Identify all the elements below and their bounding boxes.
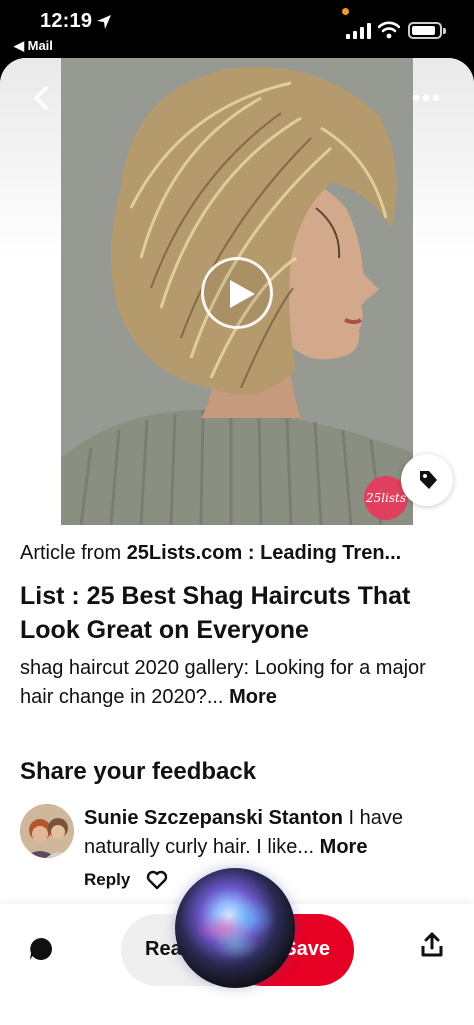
heart-icon[interactable] [146, 870, 168, 890]
shop-tag-button[interactable] [401, 454, 453, 506]
comment-author[interactable]: Sunie Szczepanski Stanton [84, 807, 343, 829]
tag-icon [420, 471, 437, 489]
feedback-heading: Share your feedback [20, 758, 257, 785]
status-time: 12:19 [40, 10, 93, 32]
pin-description-text: shag haircut 2020 gallery: Looking for a… [20, 657, 426, 708]
pin-title: List : 25 Best Shag Haircuts That Look G… [20, 582, 411, 644]
source-prefix: Article from [20, 542, 127, 564]
share-icon[interactable] [420, 932, 444, 958]
bottom-action-bar: Read Save [0, 868, 474, 1025]
avatar[interactable] [20, 804, 74, 858]
reply-button[interactable]: Reply [84, 870, 130, 890]
more-options-button[interactable] [408, 88, 444, 108]
play-button[interactable] [201, 257, 273, 329]
cellular-signal-icon [346, 23, 371, 39]
location-arrow-icon [97, 15, 111, 29]
siri-orb[interactable] [175, 868, 295, 988]
battery-icon [408, 22, 446, 39]
comment-body: Sunie Szczepanski Stanton I have natural… [84, 804, 456, 862]
pin-source[interactable]: Article from 25Lists.com : Leading Tren.… [20, 542, 460, 565]
comment-bubble-icon[interactable] [28, 936, 54, 962]
status-bar: 12:19 ◀ Mail [0, 0, 474, 58]
privacy-indicator-dot [342, 8, 349, 15]
wifi-icon [378, 21, 400, 39]
back-button[interactable] [26, 80, 58, 116]
back-to-app-link[interactable]: ◀ Mail [14, 38, 53, 54]
pin-detail-sheet: 25lists Article from 25Lists.com : Leadi… [0, 58, 474, 1025]
description-more-link[interactable]: More [229, 686, 277, 708]
source-name[interactable]: 25Lists.com : Leading Tren... [127, 542, 402, 564]
pin-description: shag haircut 2020 gallery: Looking for a… [20, 654, 460, 712]
comment-more-link[interactable]: More [320, 836, 368, 858]
play-icon [230, 280, 255, 308]
